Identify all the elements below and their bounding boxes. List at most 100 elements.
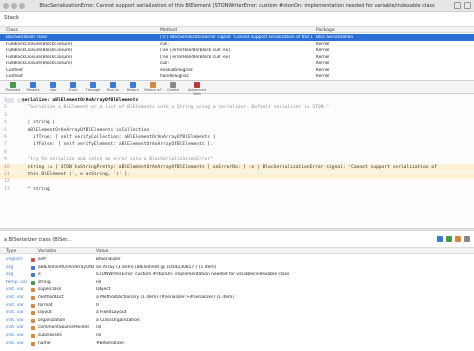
browse-icon[interactable] bbox=[455, 236, 461, 242]
window-title: BlocSerializationError: Cannot support s… bbox=[39, 3, 435, 9]
inspector-row-value: a MethodDictionary (1 item) (#serializer… bbox=[96, 295, 235, 300]
code-line[interactable]: string := [ STON toStringPretty: aBlElem… bbox=[22, 165, 437, 170]
toolbar-button-proceed[interactable]: Proceed bbox=[4, 82, 22, 94]
column-header-variable[interactable]: Variable bbox=[38, 249, 56, 254]
window-menu-icon[interactable] bbox=[454, 2, 461, 9]
column-header-package[interactable]: Package bbox=[316, 28, 335, 33]
inspector-row[interactable]: inst. var name #BlSerializer bbox=[0, 340, 474, 347]
code-line[interactable]: serialize: aBlElementOrAnArrayOfBlElemen… bbox=[22, 98, 138, 103]
inspector-row[interactable]: inst. var subclasses nil bbox=[0, 332, 474, 339]
inspector-row-variable: e bbox=[38, 272, 41, 278]
code-line[interactable]: this BlElement (', e asString, ')' ]. bbox=[22, 172, 130, 177]
code-line[interactable]: ^ string bbox=[22, 187, 50, 192]
toolbar-button-over[interactable]: Over bbox=[64, 82, 82, 94]
toolbar-button-into[interactable]: Into bbox=[44, 82, 62, 94]
stack-row-package: Kernel bbox=[316, 41, 330, 47]
line-number: 7 bbox=[4, 142, 7, 148]
inspector-row-type: inst. var bbox=[6, 333, 24, 338]
toolbar-button-label: Over bbox=[68, 88, 78, 92]
toolbar-button-advanced-deb[interactable]: Advanced Deb bbox=[184, 82, 210, 96]
stack-row-package: Kernel bbox=[316, 61, 330, 66]
inspector-row[interactable]: temp. var string nil bbox=[0, 279, 474, 286]
inspector-row[interactable]: inst. var organization a ClassOrganization bbox=[0, 317, 474, 324]
inspector-row-value: BlSerializer bbox=[96, 257, 121, 262]
inspector-row-value: Object bbox=[96, 287, 111, 293]
toolbar-button-run-to[interactable]: Run to bbox=[104, 82, 122, 94]
inspector-row-variable: subclasses bbox=[38, 333, 62, 338]
toolbar-button-where-is[interactable]: Where is? bbox=[144, 82, 162, 94]
variable-kind-icon bbox=[31, 303, 35, 308]
inspector-row[interactable]: inst. var superclass Object bbox=[0, 286, 474, 293]
code-line[interactable]: "Serialize a BlElement or a list of BlEl… bbox=[22, 105, 329, 110]
toolbar-button-return[interactable]: Return bbox=[124, 82, 142, 94]
inspect-icon[interactable] bbox=[437, 236, 443, 242]
stack-row-class: Context bbox=[6, 67, 23, 73]
inspector-row[interactable]: inst. var format 0 bbox=[0, 302, 474, 309]
inspector-row-variable: organization bbox=[38, 317, 66, 323]
inspector-row-type: inst. var bbox=[6, 325, 24, 331]
code-line[interactable]: aBlElementOrAnArrayOfBlElements isCollec… bbox=[22, 128, 150, 133]
inspector-row[interactable]: inst. var methodDict a MethodDictionary (1… bbox=[0, 294, 474, 301]
toolbar-button-through[interactable]: Through bbox=[84, 82, 102, 94]
more-icon[interactable] bbox=[464, 236, 470, 242]
code-line[interactable]: "try to serialize and catch an error int… bbox=[22, 157, 213, 162]
stack-title: Stack bbox=[4, 15, 20, 21]
inspector-title: a BlSerializer class (BlSer... bbox=[4, 237, 72, 243]
window-expand-icon[interactable] bbox=[464, 2, 471, 9]
column-header-value[interactable]: Value bbox=[96, 249, 108, 254]
stack-row-package: Kernel bbox=[316, 54, 330, 60]
column-header-type[interactable]: Type bbox=[6, 249, 16, 254]
line-number: 4 bbox=[4, 120, 7, 126]
inspector-row[interactable]: arg e STONWriterError: custom #stonOn: imp… bbox=[0, 271, 474, 278]
inspector-row-variable: self bbox=[38, 257, 46, 262]
refresh-icon[interactable] bbox=[446, 236, 452, 242]
toolbar-button-label: Through bbox=[85, 88, 101, 92]
code-line[interactable]: ifFalse: [ self verifyElement: aBlElemen… bbox=[22, 142, 213, 147]
stack-row-method: [:ex | errorHandlerBlock cull: ex] bbox=[160, 48, 230, 53]
line-number: 11 bbox=[4, 172, 10, 177]
inspector-row-type: inst. var bbox=[6, 310, 24, 316]
line-number: 6 bbox=[4, 135, 7, 140]
line-number: 8 bbox=[4, 149, 7, 155]
inspector-row-variable: layout bbox=[38, 310, 52, 316]
inspector-row-type: arg bbox=[6, 272, 14, 278]
toolbar-button-label: Where is? bbox=[144, 88, 162, 92]
line-number: 5 bbox=[4, 127, 7, 133]
variable-kind-icon bbox=[31, 334, 35, 338]
code-line[interactable]: | string | bbox=[22, 120, 56, 125]
variable-kind-icon bbox=[31, 318, 35, 323]
inspector-row-type: inst. var bbox=[6, 340, 24, 346]
inspector-row-value: 0 bbox=[96, 302, 99, 308]
toolbar-button-label: Proceed bbox=[5, 88, 21, 92]
stack-row-class: FullBlockClosure(BlockClosure) bbox=[6, 61, 73, 66]
stack-row-package: Kernel bbox=[316, 48, 330, 53]
variable-kind-icon bbox=[31, 258, 35, 262]
toolbar-button-label: Return bbox=[127, 88, 139, 92]
line-number: 10 bbox=[4, 164, 10, 170]
toolbar-button-label: Restart bbox=[26, 88, 40, 92]
inspector-row-value: #BlSerializer bbox=[96, 340, 125, 346]
variable-kind-icon bbox=[31, 341, 35, 346]
toolbar-button-create[interactable]: Create bbox=[164, 82, 182, 94]
source-tab-icon[interactable] bbox=[6, 98, 14, 103]
inspector-row-value: STONWriterError: custom #stonOn: impleme… bbox=[96, 272, 290, 278]
inspector-row[interactable]: implicit self BlSerializer bbox=[0, 256, 474, 263]
inspector-row[interactable]: inst. var layout a FixedLayout bbox=[0, 309, 474, 316]
column-header-class[interactable]: Class bbox=[6, 28, 18, 33]
stack-row-class: BlocSerializer class bbox=[6, 35, 48, 40]
toolbar-button-restart[interactable]: Restart bbox=[24, 82, 42, 94]
column-header-method[interactable]: Method bbox=[160, 28, 177, 33]
variable-kind-icon bbox=[31, 265, 35, 270]
toolbar-button-label: Into bbox=[49, 88, 57, 92]
inspector-row[interactable]: inst. var commentSourcePointer nil bbox=[0, 324, 474, 331]
inspector-row-value: nil bbox=[96, 325, 102, 331]
code-line[interactable]: ifTrue: [ self verifyCollection: aBlElem… bbox=[22, 135, 216, 140]
line-number: 13 bbox=[4, 186, 10, 192]
pane-splitter[interactable] bbox=[0, 228, 474, 231]
inspector-row-type: inst. var bbox=[6, 287, 24, 293]
window-menu-controls bbox=[454, 2, 471, 9]
stack-row-method: [:e | BlocSerializationError signal: 'Ca… bbox=[160, 35, 312, 40]
stack-row[interactable]: Context handleSignal: Kernel bbox=[0, 73, 474, 80]
inspector-row[interactable]: arg aBlElementOrAnArrayOfBlElementsan Arr… bbox=[0, 264, 474, 271]
inspector-tools bbox=[437, 236, 470, 242]
